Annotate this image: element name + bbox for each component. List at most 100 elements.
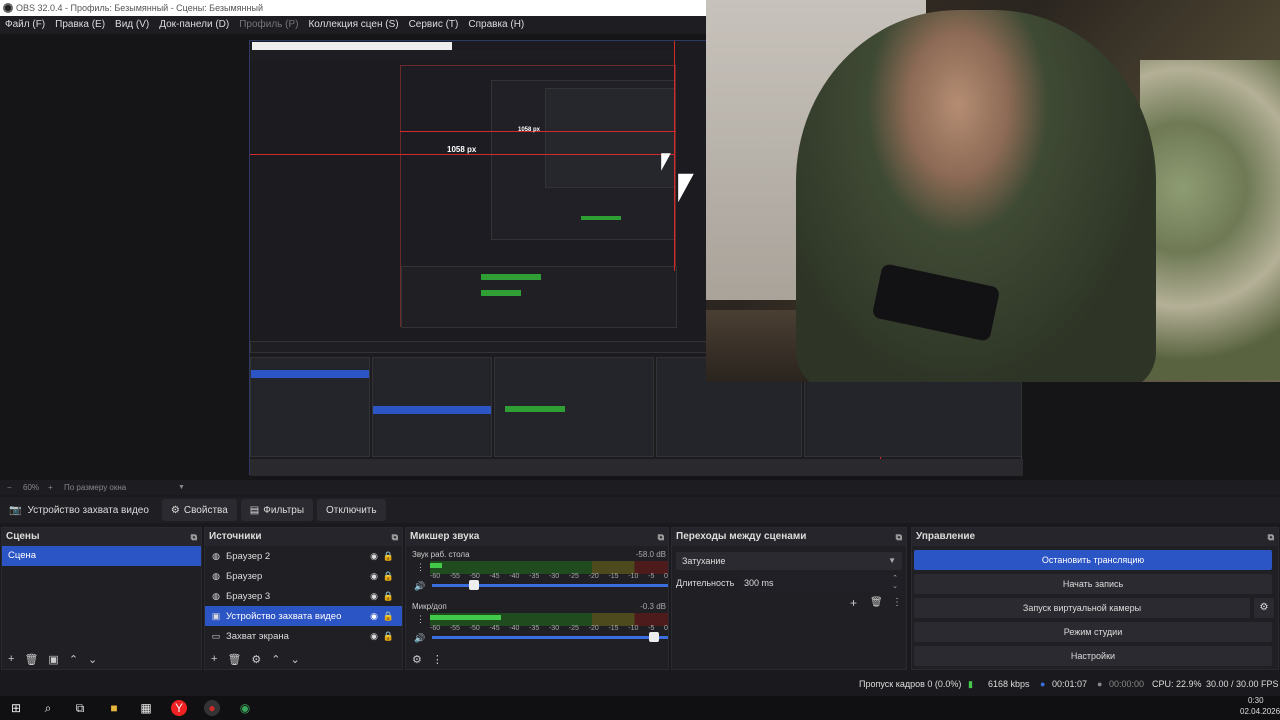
source-item[interactable]: ▭ Захват экрана ◉ 🔒 xyxy=(205,626,402,646)
popout-icon[interactable]: ⧉ xyxy=(392,528,398,546)
lock-icon[interactable]: 🔒 xyxy=(383,546,394,566)
lock-icon[interactable]: 🔒 xyxy=(383,606,394,626)
more-icon[interactable]: ⋮ xyxy=(416,562,425,573)
popout-icon[interactable]: ⧉ xyxy=(1268,528,1274,546)
meter-fill xyxy=(430,563,442,568)
mixer-title: Микшер звука xyxy=(410,531,480,542)
more-icon[interactable]: ⋮ xyxy=(432,653,443,666)
task-view-icon[interactable]: ⧉ xyxy=(72,700,88,716)
menu-docks[interactable]: Док-панели (D) xyxy=(154,16,234,34)
lock-icon[interactable]: 🔒 xyxy=(383,626,394,646)
trash-icon[interactable]: 🗑 xyxy=(227,653,241,666)
start-record-button[interactable]: Начать запись xyxy=(914,574,1272,594)
mixer-track: Микр/доп -0.3 dB ⋮ -60 -55 -50 -45 -40 -35 -30… xyxy=(412,602,668,652)
scene-item[interactable]: Сцена xyxy=(2,546,201,566)
more-icon[interactable]: ⋮ xyxy=(892,597,902,608)
stop-stream-button[interactable]: Остановить трансляцию xyxy=(914,550,1272,570)
popout-icon[interactable]: ⧉ xyxy=(896,528,902,546)
source-item[interactable]: ▣ Устройство захвата видео ◉ 🔒 xyxy=(205,606,402,626)
add-icon[interactable]: + xyxy=(850,596,857,610)
meter-tick: -60 xyxy=(430,625,441,632)
yandex-icon[interactable]: Y xyxy=(171,700,187,716)
volume-knob[interactable] xyxy=(648,632,659,642)
search-icon[interactable]: ⌕ xyxy=(40,700,56,716)
chevron-down-icon[interactable]: ⌄ xyxy=(291,653,300,666)
chevron-down-icon[interactable]: ▼ xyxy=(178,480,185,495)
sources-title: Источники xyxy=(209,531,262,542)
meter-tick: -35 xyxy=(529,625,540,632)
transition-select[interactable]: Затухание ▼ xyxy=(676,552,902,570)
menu-scene-collection[interactable]: Коллекция сцен (S) xyxy=(303,16,403,34)
source-item[interactable]: ◍ Браузер ◉ 🔒 xyxy=(205,566,402,586)
source-label: Браузер 3 xyxy=(226,591,271,602)
controls-title: Управление xyxy=(916,531,976,542)
trash-icon[interactable]: 🗑 xyxy=(870,597,883,608)
meter-tick: -40 xyxy=(509,625,520,632)
eye-icon[interactable]: ◉ xyxy=(370,606,378,626)
menu-view[interactable]: Вид (V) xyxy=(110,16,154,34)
bitrate: 6168 kbps xyxy=(988,679,1030,689)
eye-icon[interactable]: ◉ xyxy=(370,546,378,566)
windows-start-icon[interactable]: ⊞ xyxy=(8,700,24,716)
chrome-icon[interactable]: ◉ xyxy=(237,700,253,716)
gear-icon[interactable]: ⚙ xyxy=(251,653,261,666)
lock-icon[interactable]: 🔒 xyxy=(383,566,394,586)
lock-icon[interactable]: 🔒 xyxy=(383,586,394,606)
meter-tick: -5 xyxy=(648,573,655,580)
eye-icon[interactable]: ◉ xyxy=(370,586,378,606)
chevron-up-icon[interactable]: ⌃ xyxy=(69,653,78,666)
studio-mode-button[interactable]: Режим студии xyxy=(914,622,1272,642)
source-item[interactable]: ◍ Браузер 2 ◉ 🔒 xyxy=(205,546,402,566)
cursor-icon xyxy=(678,173,694,203)
more-icon[interactable]: ⋮ xyxy=(416,614,425,625)
menu-edit[interactable]: Правка (E) xyxy=(50,16,110,34)
virtual-camera-settings-icon[interactable]: ⚙ xyxy=(1254,598,1274,618)
store-icon[interactable]: ▦ xyxy=(138,700,154,716)
volume-slider[interactable] xyxy=(432,580,668,590)
source-item[interactable]: ◍ Браузер 3 ◉ 🔒 xyxy=(205,586,402,606)
eye-icon[interactable]: ◉ xyxy=(370,626,378,646)
properties-button[interactable]: ⚙ Свойства xyxy=(161,499,237,521)
add-icon[interactable]: + xyxy=(211,653,217,665)
chevron-down-icon[interactable]: ⌄ xyxy=(88,653,97,666)
meter-tick: -45 xyxy=(489,573,500,580)
obs-icon[interactable]: ● xyxy=(204,700,220,716)
zoom-value[interactable]: 60% xyxy=(23,480,39,495)
zoom-out-button[interactable]: − xyxy=(7,480,12,495)
nested-preview-3 xyxy=(545,88,675,188)
chevron-down-icon[interactable]: ⌄ xyxy=(892,578,898,596)
globe-icon: ◍ xyxy=(212,571,220,581)
nested-mixer xyxy=(494,357,654,457)
deactivate-button[interactable]: Отключить xyxy=(317,499,386,521)
chevron-up-icon[interactable]: ⌃ xyxy=(271,653,280,666)
filters-button[interactable]: ▤ Фильтры xyxy=(240,499,314,521)
menu-profile: Профиль (P) xyxy=(239,19,299,30)
meter-tick: -50 xyxy=(469,625,480,632)
mixer-toolbar: ⚙ ⋮ xyxy=(406,649,668,669)
menu-help[interactable]: Справка (H) xyxy=(463,16,529,34)
monitor-icon: ▭ xyxy=(211,631,221,641)
add-icon[interactable]: + xyxy=(8,653,14,665)
filter-icon[interactable]: ▣ xyxy=(48,653,58,666)
camera-icon: 📷 xyxy=(9,504,22,516)
settings-button[interactable]: Настройки xyxy=(914,646,1272,666)
trash-icon[interactable]: 🗑 xyxy=(24,653,38,666)
menu-tools[interactable]: Сервис (T) xyxy=(404,16,464,34)
virtual-camera-button[interactable]: Запуск виртуальной камеры xyxy=(914,598,1250,618)
duration-spinbox[interactable]: 300 ms ⌃ ⌄ xyxy=(740,574,902,592)
speaker-icon[interactable]: 🔊 xyxy=(414,581,425,592)
speaker-icon[interactable]: 🔊 xyxy=(414,633,425,644)
sources-dock-header: Источники ⧉ xyxy=(205,528,402,546)
popout-icon[interactable]: ⧉ xyxy=(191,528,197,546)
popout-icon[interactable]: ⧉ xyxy=(658,528,664,546)
folder-icon[interactable]: ■ xyxy=(106,700,122,716)
menu-file[interactable]: Файл (F) xyxy=(0,16,50,34)
volume-knob[interactable] xyxy=(469,580,480,590)
filter-icon: ▤ xyxy=(249,504,260,516)
gear-icon[interactable]: ⚙ xyxy=(412,653,422,666)
zoom-fit-select[interactable]: По размеру окна xyxy=(64,480,126,495)
measure-label-outer: 1058 px xyxy=(447,145,477,154)
volume-slider[interactable] xyxy=(432,632,668,642)
eye-icon[interactable]: ◉ xyxy=(370,566,378,586)
zoom-in-button[interactable]: + xyxy=(48,480,53,495)
